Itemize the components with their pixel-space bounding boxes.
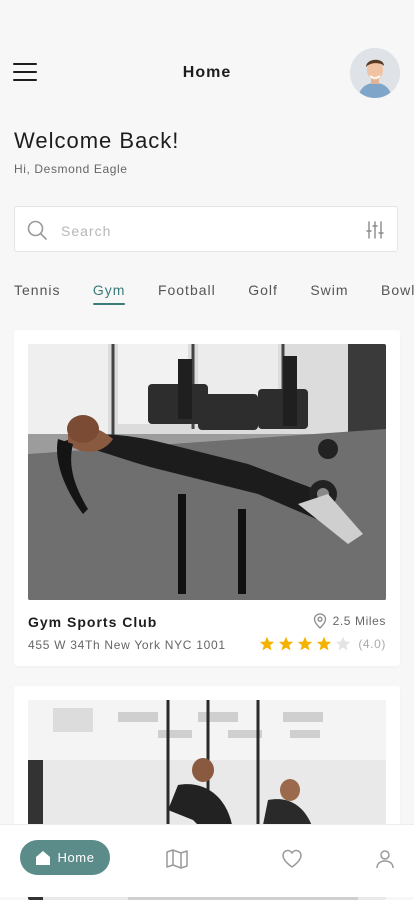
welcome-heading: Welcome Back! — [14, 128, 180, 153]
venue-name[interactable]: Gym Sports Club — [28, 614, 157, 630]
star-icon — [336, 636, 351, 651]
tab-golf[interactable]: Golf — [248, 282, 278, 298]
home-icon — [36, 850, 51, 865]
bottom-nav: Home — [0, 824, 414, 897]
tab-swim[interactable]: Swim — [310, 282, 348, 298]
star-icon — [317, 636, 332, 651]
star-icon — [279, 636, 294, 651]
location-pin-icon — [313, 613, 326, 629]
search-input[interactable] — [59, 215, 363, 247]
venue-card[interactable]: Gym Sports Club 455 W 34Th New York NYC … — [14, 330, 400, 666]
star-icon — [260, 636, 275, 651]
tab-tennis[interactable]: Tennis — [14, 282, 60, 298]
rating-value: (4.0) — [358, 637, 386, 651]
venue-rating: (4.0) — [259, 636, 386, 652]
tab-bowling[interactable]: Bowling — [381, 282, 414, 298]
star-icon — [298, 636, 313, 651]
filter-icon[interactable] — [365, 220, 385, 240]
tab-football[interactable]: Football — [158, 282, 216, 298]
heart-icon[interactable] — [280, 847, 304, 871]
tab-gym[interactable]: Gym — [92, 282, 126, 305]
nav-home-label: Home — [57, 850, 95, 865]
map-icon[interactable] — [165, 847, 189, 871]
app-header: Home — [0, 0, 414, 120]
nav-home-button[interactable]: Home — [20, 840, 110, 875]
search-bar — [14, 206, 398, 252]
avatar[interactable] — [350, 48, 400, 98]
venue-photo[interactable] — [28, 344, 386, 600]
distance-label: 2.5 Miles — [332, 614, 386, 628]
search-icon — [27, 220, 47, 240]
profile-icon[interactable] — [373, 847, 397, 871]
category-tabs: Tennis Gym Football Golf Swim Bowling — [14, 282, 414, 312]
venue-distance: 2.5 Miles — [313, 613, 386, 629]
greeting-text: Hi, Desmond Eagle — [14, 162, 128, 176]
venue-address: 455 W 34Th New York NYC 1001 — [28, 638, 226, 652]
